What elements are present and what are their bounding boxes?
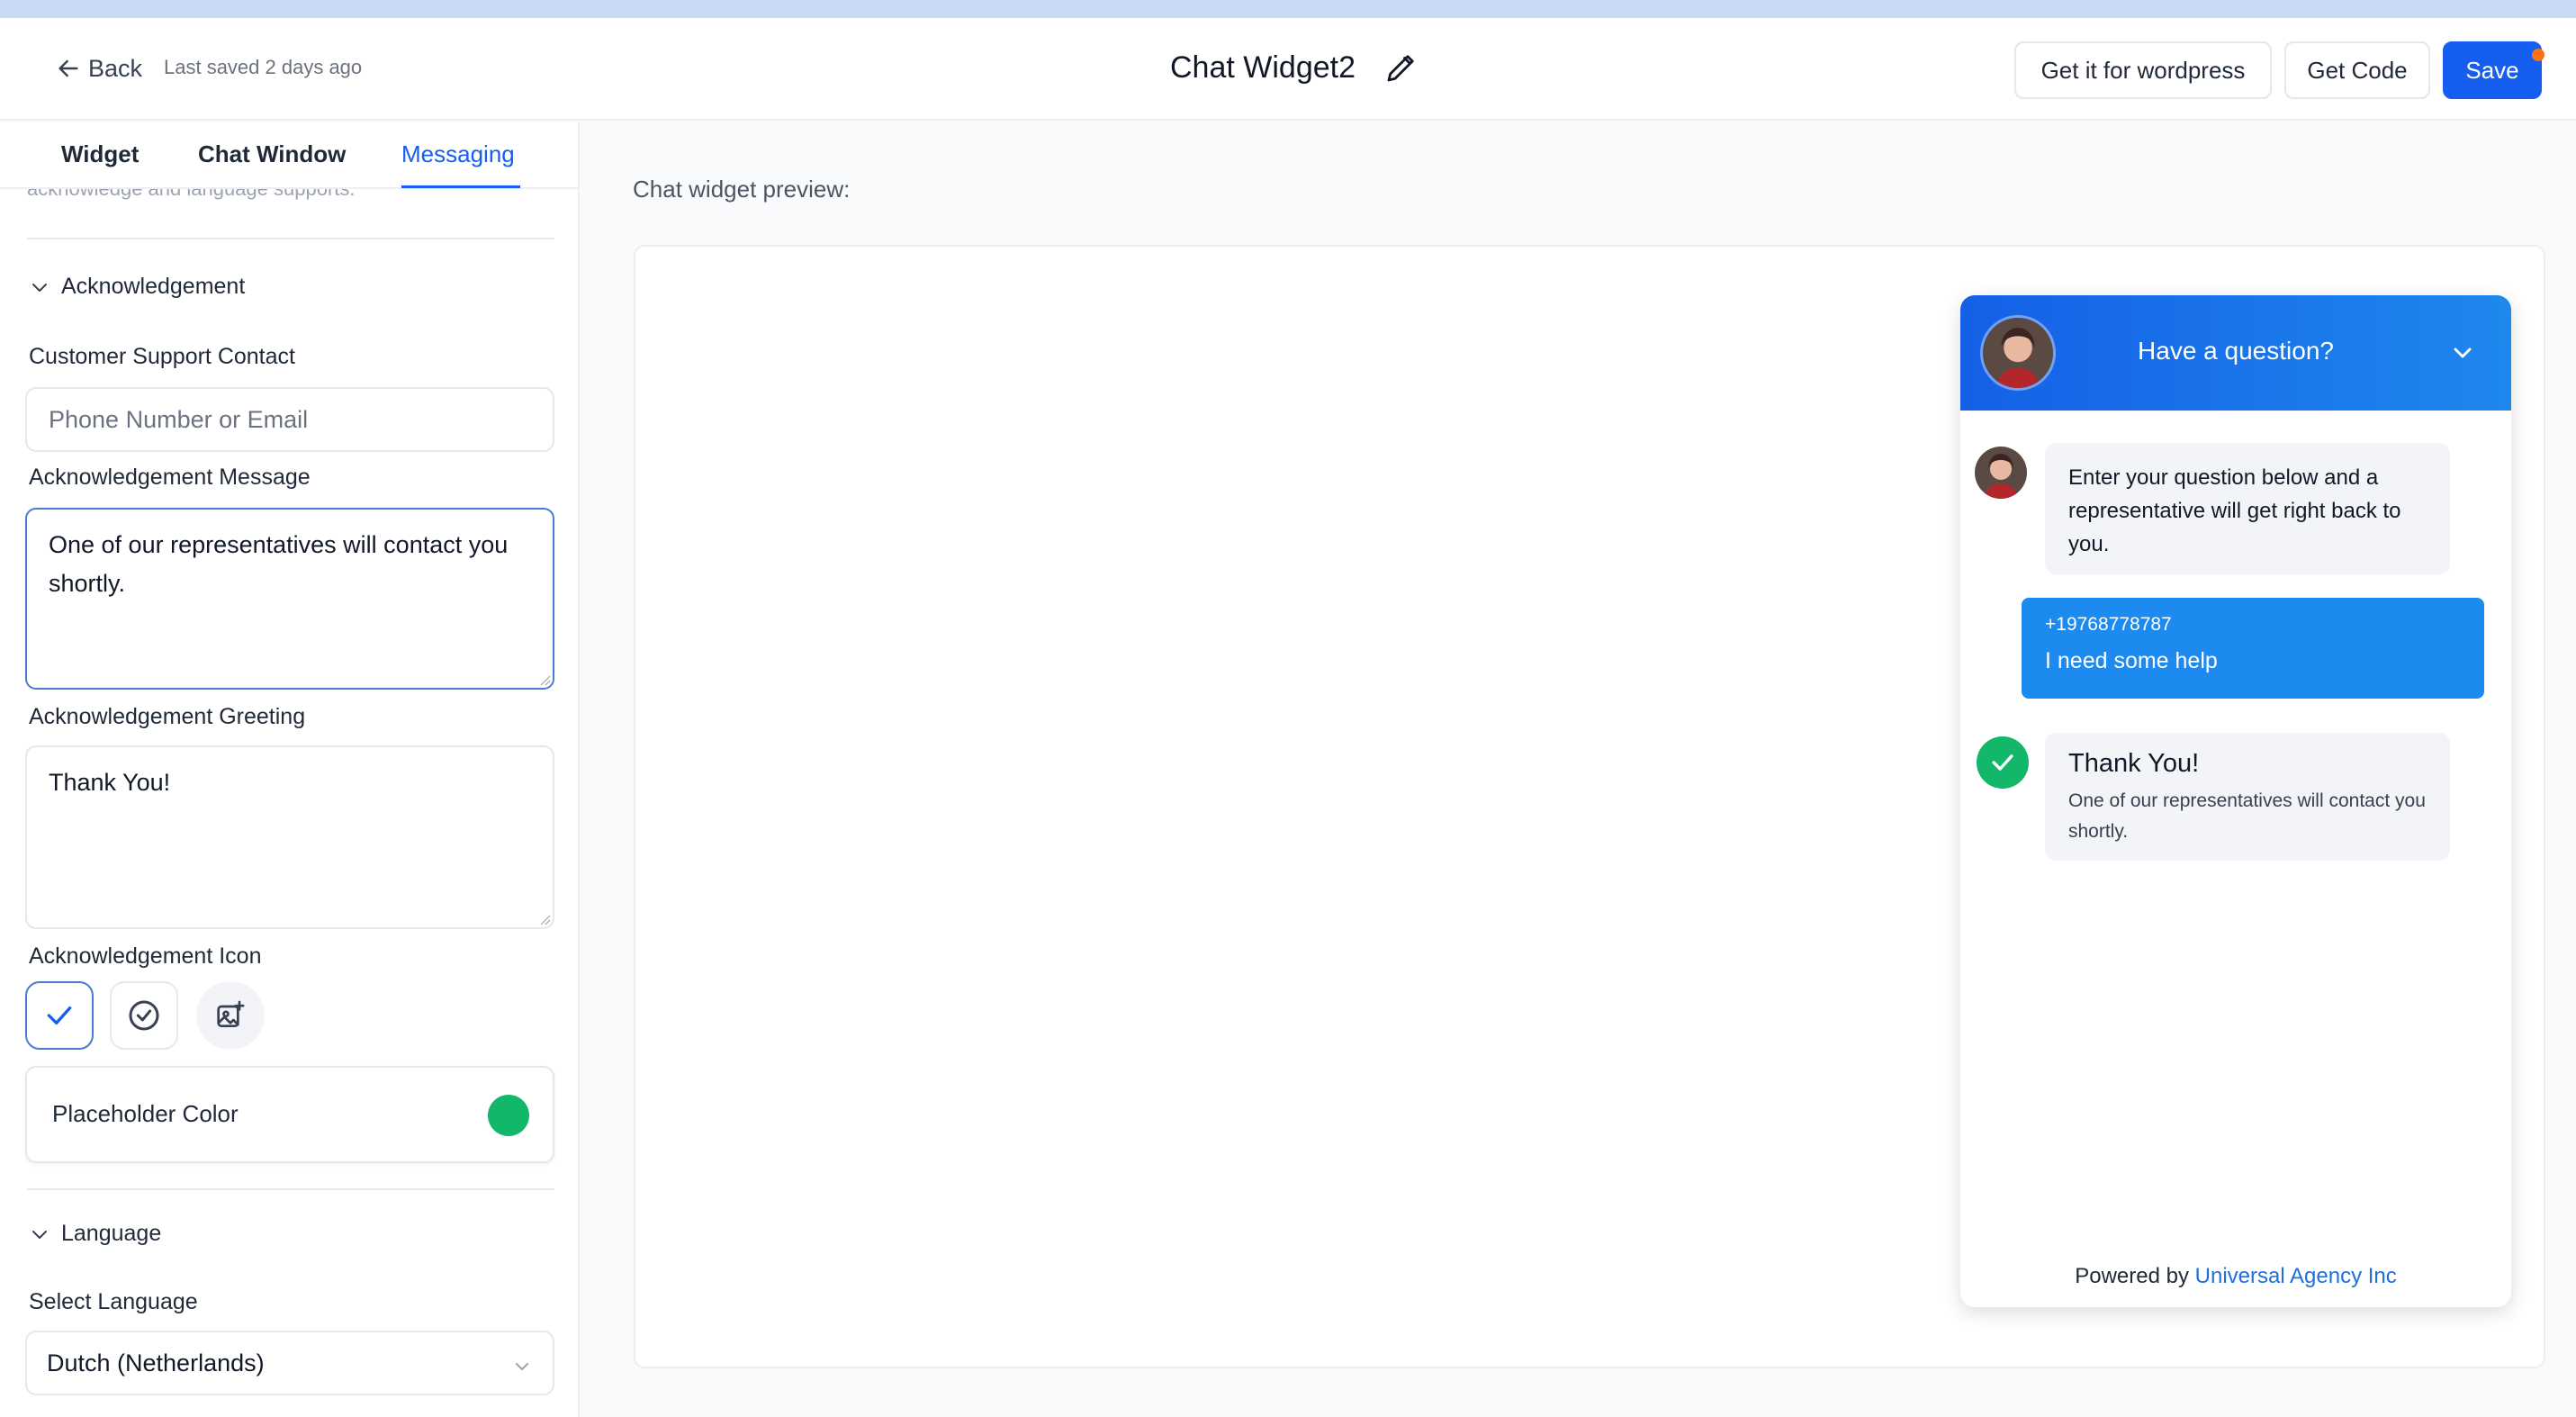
back-label: Back (88, 54, 143, 82)
placeholder-color-label: Placeholder Color (52, 1100, 239, 1127)
user-message-text: I need some help (2045, 648, 2218, 673)
image-upload-icon (217, 1000, 245, 1027)
ack-greeting-preview: Thank You! (2068, 749, 2200, 778)
get-code-button[interactable]: Get Code (2284, 41, 2430, 99)
top-header: Back Last saved 2 days ago Chat Widget2 … (0, 18, 2576, 121)
tab-chat-window[interactable]: Chat Window (198, 140, 346, 168)
ack-message-text: One of our representatives will contact … (49, 531, 509, 598)
last-saved-text: Last saved 2 days ago (164, 56, 363, 78)
chat-widget-preview: Have a question? Enter your question bel… (1960, 295, 2511, 1307)
settings-panel: acknowledge and language supports. Widge… (0, 122, 580, 1417)
language-select[interactable]: Dutch (Netherlands) (25, 1331, 554, 1395)
acknowledgement-icon (1977, 736, 2029, 789)
active-tab-indicator (401, 185, 520, 188)
settings-tabs: Widget Chat Window Messaging (0, 122, 578, 189)
resize-handle-icon[interactable] (538, 913, 551, 925)
acknowledgement-section-toggle[interactable]: Acknowledgement (29, 274, 245, 300)
ack-message-textarea[interactable]: One of our representatives will contact … (25, 508, 554, 690)
ack-greeting-text: Thank You! (49, 769, 171, 796)
check-icon (47, 1006, 72, 1024)
acknowledgement-bubble: Thank You! One of our representatives wi… (2045, 733, 2450, 861)
divider (27, 238, 554, 239)
browser-top-strip (0, 0, 2576, 18)
widget-title: Chat Widget2 (1170, 50, 1356, 85)
selected-language: Dutch (Netherlands) (47, 1349, 265, 1376)
user-message-bubble: +19768778787 I need some help (2022, 598, 2484, 699)
placeholder-color-card: Placeholder Color (25, 1066, 554, 1163)
chevron-down-icon[interactable] (2448, 338, 2477, 367)
check-icon (1992, 754, 2013, 771)
get-for-wordpress-button[interactable]: Get it for wordpress (2014, 41, 2272, 99)
preview-label: Chat widget preview: (633, 176, 851, 203)
ack-message-preview: One of our representatives will contact … (2068, 790, 2426, 842)
customer-support-label: Customer Support Contact (29, 344, 295, 369)
title-group: Chat Widget2 (1170, 49, 1420, 86)
powered-by-link[interactable]: Universal Agency Inc (2195, 1264, 2397, 1288)
chevron-down-icon (32, 1230, 47, 1239)
user-phone: +19768778787 (2045, 614, 2172, 635)
agent-avatar-small (1975, 447, 2027, 499)
widget-header-title: Have a question? (2138, 337, 2334, 365)
powered-by-text: Powered by (2075, 1264, 2189, 1288)
pencil-icon[interactable] (1383, 49, 1420, 86)
customer-support-input[interactable]: Phone Number or Email (25, 387, 554, 452)
tab-messaging[interactable]: Messaging (401, 140, 515, 168)
chevron-down-icon (516, 1363, 528, 1370)
bot-message-bubble: Enter your question below and a represen… (2045, 443, 2450, 574)
divider (27, 1188, 554, 1190)
widget-header: Have a question? (1960, 295, 2511, 411)
check-circle-icon (129, 1000, 159, 1031)
avatar-image (1975, 447, 2027, 499)
ack-greeting-textarea[interactable]: Thank You! (25, 745, 554, 929)
select-language-label: Select Language (29, 1289, 198, 1314)
ack-greeting-label: Acknowledgement Greeting (29, 704, 306, 729)
resize-handle-icon[interactable] (538, 673, 551, 686)
section-description: acknowledge and language supports. (27, 189, 356, 205)
language-section-title: Language (61, 1221, 162, 1246)
ack-icon-option-check-circle[interactable] (110, 981, 178, 1050)
tab-widget[interactable]: Widget (61, 140, 139, 168)
arrow-left-icon (59, 59, 78, 77)
back-button[interactable]: Back (54, 54, 142, 83)
language-section-toggle[interactable]: Language (29, 1221, 161, 1247)
ack-icon-option-upload[interactable] (196, 981, 265, 1050)
ack-icon-option-check[interactable] (25, 981, 94, 1050)
notification-dot (2532, 49, 2544, 61)
chevron-down-icon (32, 283, 47, 292)
color-swatch[interactable] (488, 1095, 529, 1136)
ack-message-label: Acknowledgement Message (29, 465, 311, 490)
powered-by: Powered by Universal Agency Inc (1960, 1264, 2511, 1289)
ack-icon-label: Acknowledgement Icon (29, 943, 262, 969)
acknowledgement-section-title: Acknowledgement (61, 274, 246, 299)
save-button[interactable]: Save (2443, 41, 2542, 99)
